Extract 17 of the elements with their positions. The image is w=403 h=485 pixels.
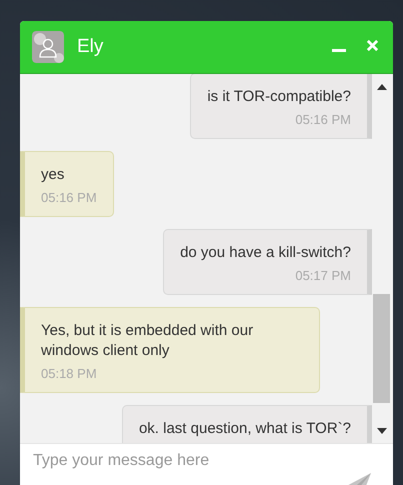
- message-time: 05:17 PM: [294, 267, 351, 284]
- scroll-down-icon[interactable]: [377, 428, 387, 434]
- scroll-up-icon[interactable]: [377, 84, 387, 90]
- close-icon[interactable]: [366, 38, 379, 52]
- contact-name: Ely: [77, 36, 104, 58]
- scrollbar-thumb[interactable]: [373, 294, 390, 403]
- message-text: is it TOR-compatible?: [207, 87, 351, 107]
- message-text: yes: [41, 165, 66, 185]
- avatar-icon: [32, 31, 64, 63]
- minimize-icon[interactable]: [332, 48, 346, 52]
- message-text: Yes, but it is embedded with our windows client only: [41, 321, 254, 361]
- message-time: 05:16 PM: [41, 189, 97, 206]
- message-text: do you have a kill-switch?: [180, 243, 351, 263]
- message-time: 05:18 PM: [41, 365, 98, 382]
- message-time: 05:16 PM: [294, 111, 351, 128]
- message-text: ok. last question, what is TOR`?: [138, 419, 351, 439]
- message-input[interactable]: Type your message here: [20, 443, 393, 485]
